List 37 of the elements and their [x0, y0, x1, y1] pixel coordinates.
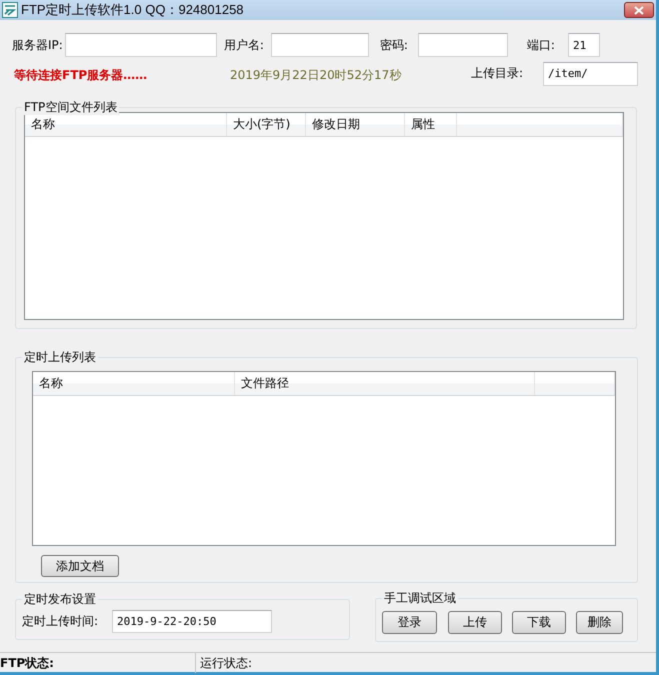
add-document-button[interactable]: 添加文档	[41, 555, 119, 577]
input-field[interactable]: 21	[568, 33, 600, 57]
action-button[interactable]: 下载	[512, 611, 566, 634]
input-field[interactable]: /item/	[543, 62, 638, 86]
upload-list[interactable]: 名称 文件路径	[32, 371, 616, 546]
connection-status: 等待连接FTP服务器……	[14, 67, 148, 84]
input-field[interactable]	[418, 33, 508, 57]
app-icon	[2, 2, 18, 18]
column-header[interactable]: 属性	[405, 113, 457, 136]
action-button[interactable]: 登录	[382, 611, 437, 634]
action-button[interactable]: 删除	[576, 611, 623, 634]
group-title: 定时发布设置	[22, 591, 98, 607]
field-label: 密码:	[380, 36, 408, 54]
status-text: 运行状态:	[200, 654, 252, 672]
status-text: FTP状态:	[0, 652, 196, 672]
column-header[interactable]: 修改日期	[306, 113, 405, 136]
group-title: 手工调试区域	[382, 590, 458, 606]
close-button[interactable]	[624, 2, 654, 18]
field-label: 用户名:	[224, 36, 264, 54]
close-icon	[634, 6, 644, 14]
column-header[interactable]: 名称	[33, 372, 235, 395]
field-label: 上传目录:	[471, 65, 524, 82]
field-label: 服务器IP:	[12, 36, 63, 54]
file-list[interactable]: 名称 大小(字节) 修改日期 属性	[24, 112, 624, 320]
time-field[interactable]: 2019-9-22-20:50	[112, 610, 272, 633]
column-header[interactable]: 大小(字节)	[227, 113, 306, 136]
window-title: FTP定时上传软件1.0 QQ：924801258	[21, 1, 244, 19]
field-label: 端口:	[526, 36, 555, 54]
clock-text: 2019年9月22日20时52分17秒	[230, 67, 402, 84]
group-title: 定时上传列表	[22, 349, 98, 365]
input-field[interactable]	[64, 33, 217, 57]
group-title: FTP空间文件列表	[22, 99, 120, 115]
column-header[interactable]: 名称	[25, 113, 227, 136]
input-field[interactable]	[270, 33, 369, 57]
action-button[interactable]: 上传	[448, 611, 502, 634]
column-header[interactable]: 文件路径	[235, 372, 535, 395]
field-label: 定时上传时间:	[22, 613, 100, 630]
